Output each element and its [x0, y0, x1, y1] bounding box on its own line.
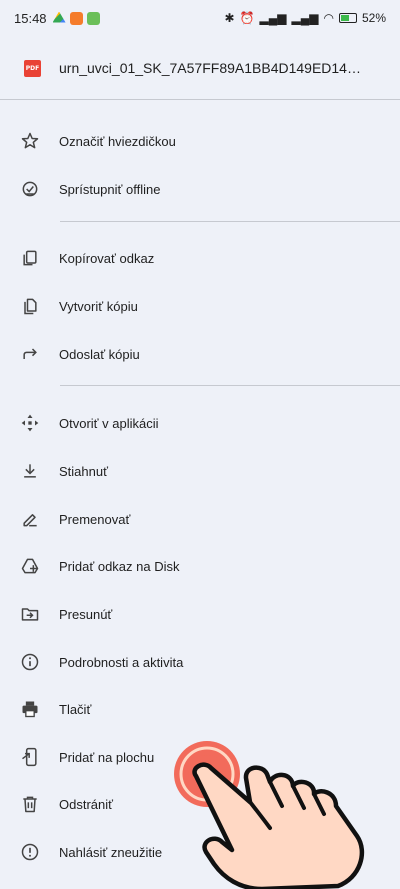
menu-label-rename: Premenovať: [59, 511, 131, 527]
trash-icon: [20, 794, 40, 814]
signal-icon: ▂▄▆: [259, 11, 287, 25]
android-notification-icon: [86, 11, 100, 25]
section-divider-2: [60, 385, 400, 386]
menu-label-open-in-app: Otvoriť v aplikácii: [59, 415, 159, 431]
menu-item-add-to-home[interactable]: Pridať na plochu: [0, 735, 400, 779]
open-with-icon: [20, 413, 40, 433]
menu-item-star[interactable]: Označiť hviezdičkou: [0, 119, 400, 163]
copy-icon: [20, 248, 40, 268]
menu-item-remove[interactable]: Odstrániť: [0, 782, 400, 826]
menu-label-move: Presunúť: [59, 606, 113, 622]
signal-2-icon: ▂▄▆: [291, 11, 319, 25]
info-icon: [20, 652, 40, 672]
drive-notification-icon: [52, 11, 66, 23]
section-divider-1: [60, 221, 400, 222]
drive-shortcut-icon: [20, 556, 40, 576]
download-icon: [20, 461, 40, 481]
status-bar: 15:48 ✱ ⏰ ▂▄▆ ▂▄▆ ◠ 52%: [0, 0, 400, 36]
menu-label-report: Nahlásiť zneužitie: [59, 844, 163, 860]
move-folder-icon: [20, 604, 40, 624]
bluetooth-icon: ✱: [224, 11, 235, 25]
notification-icons: [52, 11, 100, 25]
menu-label-star: Označiť hviezdičkou: [59, 133, 176, 149]
battery-percent: 52%: [361, 11, 386, 25]
menu-item-move[interactable]: Presunúť: [0, 592, 400, 636]
star-icon: [20, 131, 40, 151]
menu-label-send-copy: Odoslať kópiu: [59, 346, 140, 362]
header-divider: [0, 99, 400, 100]
menu-item-report[interactable]: Nahlásiť zneužitie: [0, 830, 400, 874]
offline-check-icon: [20, 179, 40, 199]
file-copy-icon: [20, 296, 40, 316]
menu-label-print: Tlačiť: [59, 701, 92, 717]
menu-label-add-to-home: Pridať na plochu: [59, 749, 155, 765]
report-alert-icon: [20, 842, 40, 862]
battery-icon: [338, 13, 357, 23]
menu-item-print[interactable]: Tlačiť: [0, 687, 400, 731]
menu-item-open-in-app[interactable]: Otvoriť v aplikácii: [0, 401, 400, 445]
menu-item-rename[interactable]: Premenovať: [0, 497, 400, 541]
menu-label-make-copy: Vytvoriť kópiu: [59, 298, 138, 314]
menu-label-add-shortcut: Pridať odkaz na Disk: [59, 558, 180, 574]
menu-item-send-copy[interactable]: Odoslať kópiu: [0, 332, 400, 376]
menu-item-make-copy[interactable]: Vytvoriť kópiu: [0, 284, 400, 328]
menu-item-copy-link[interactable]: Kopírovať odkaz: [0, 236, 400, 280]
wifi-icon: ◠: [323, 11, 334, 25]
menu-label-details: Podrobnosti a aktivita: [59, 654, 184, 670]
menu-label-download: Stiahnuť: [59, 463, 108, 479]
file-name: urn_uvci_01_SK_7A57FF89A1BB4D149ED14BE3D…: [59, 60, 369, 76]
menu-item-download[interactable]: Stiahnuť: [0, 449, 400, 493]
status-time: 15:48: [14, 10, 47, 26]
alarm-icon: ⏰: [239, 11, 255, 25]
menu-item-add-shortcut[interactable]: Pridať odkaz na Disk: [0, 544, 400, 588]
printer-icon: [20, 699, 40, 719]
menu-label-copy-link: Kopírovať odkaz: [59, 250, 155, 266]
file-header: PDF urn_uvci_01_SK_7A57FF89A1BB4D149ED14…: [0, 46, 400, 90]
status-right-icons: ✱ ⏰ ▂▄▆ ▂▄▆ ◠ 52%: [225, 11, 386, 25]
menu-item-details[interactable]: Podrobnosti a aktivita: [0, 640, 400, 684]
rename-pencil-icon: [20, 509, 40, 529]
menu-label-offline: Sprístupniť offline: [59, 181, 161, 197]
add-to-home-screen-icon: [20, 747, 40, 767]
app-notification-icon: [69, 11, 83, 25]
menu-item-offline[interactable]: Sprístupniť offline: [0, 167, 400, 211]
forward-arrow-icon: [20, 344, 40, 364]
pdf-file-icon: PDF: [24, 59, 41, 77]
menu-label-remove: Odstrániť: [59, 796, 114, 812]
